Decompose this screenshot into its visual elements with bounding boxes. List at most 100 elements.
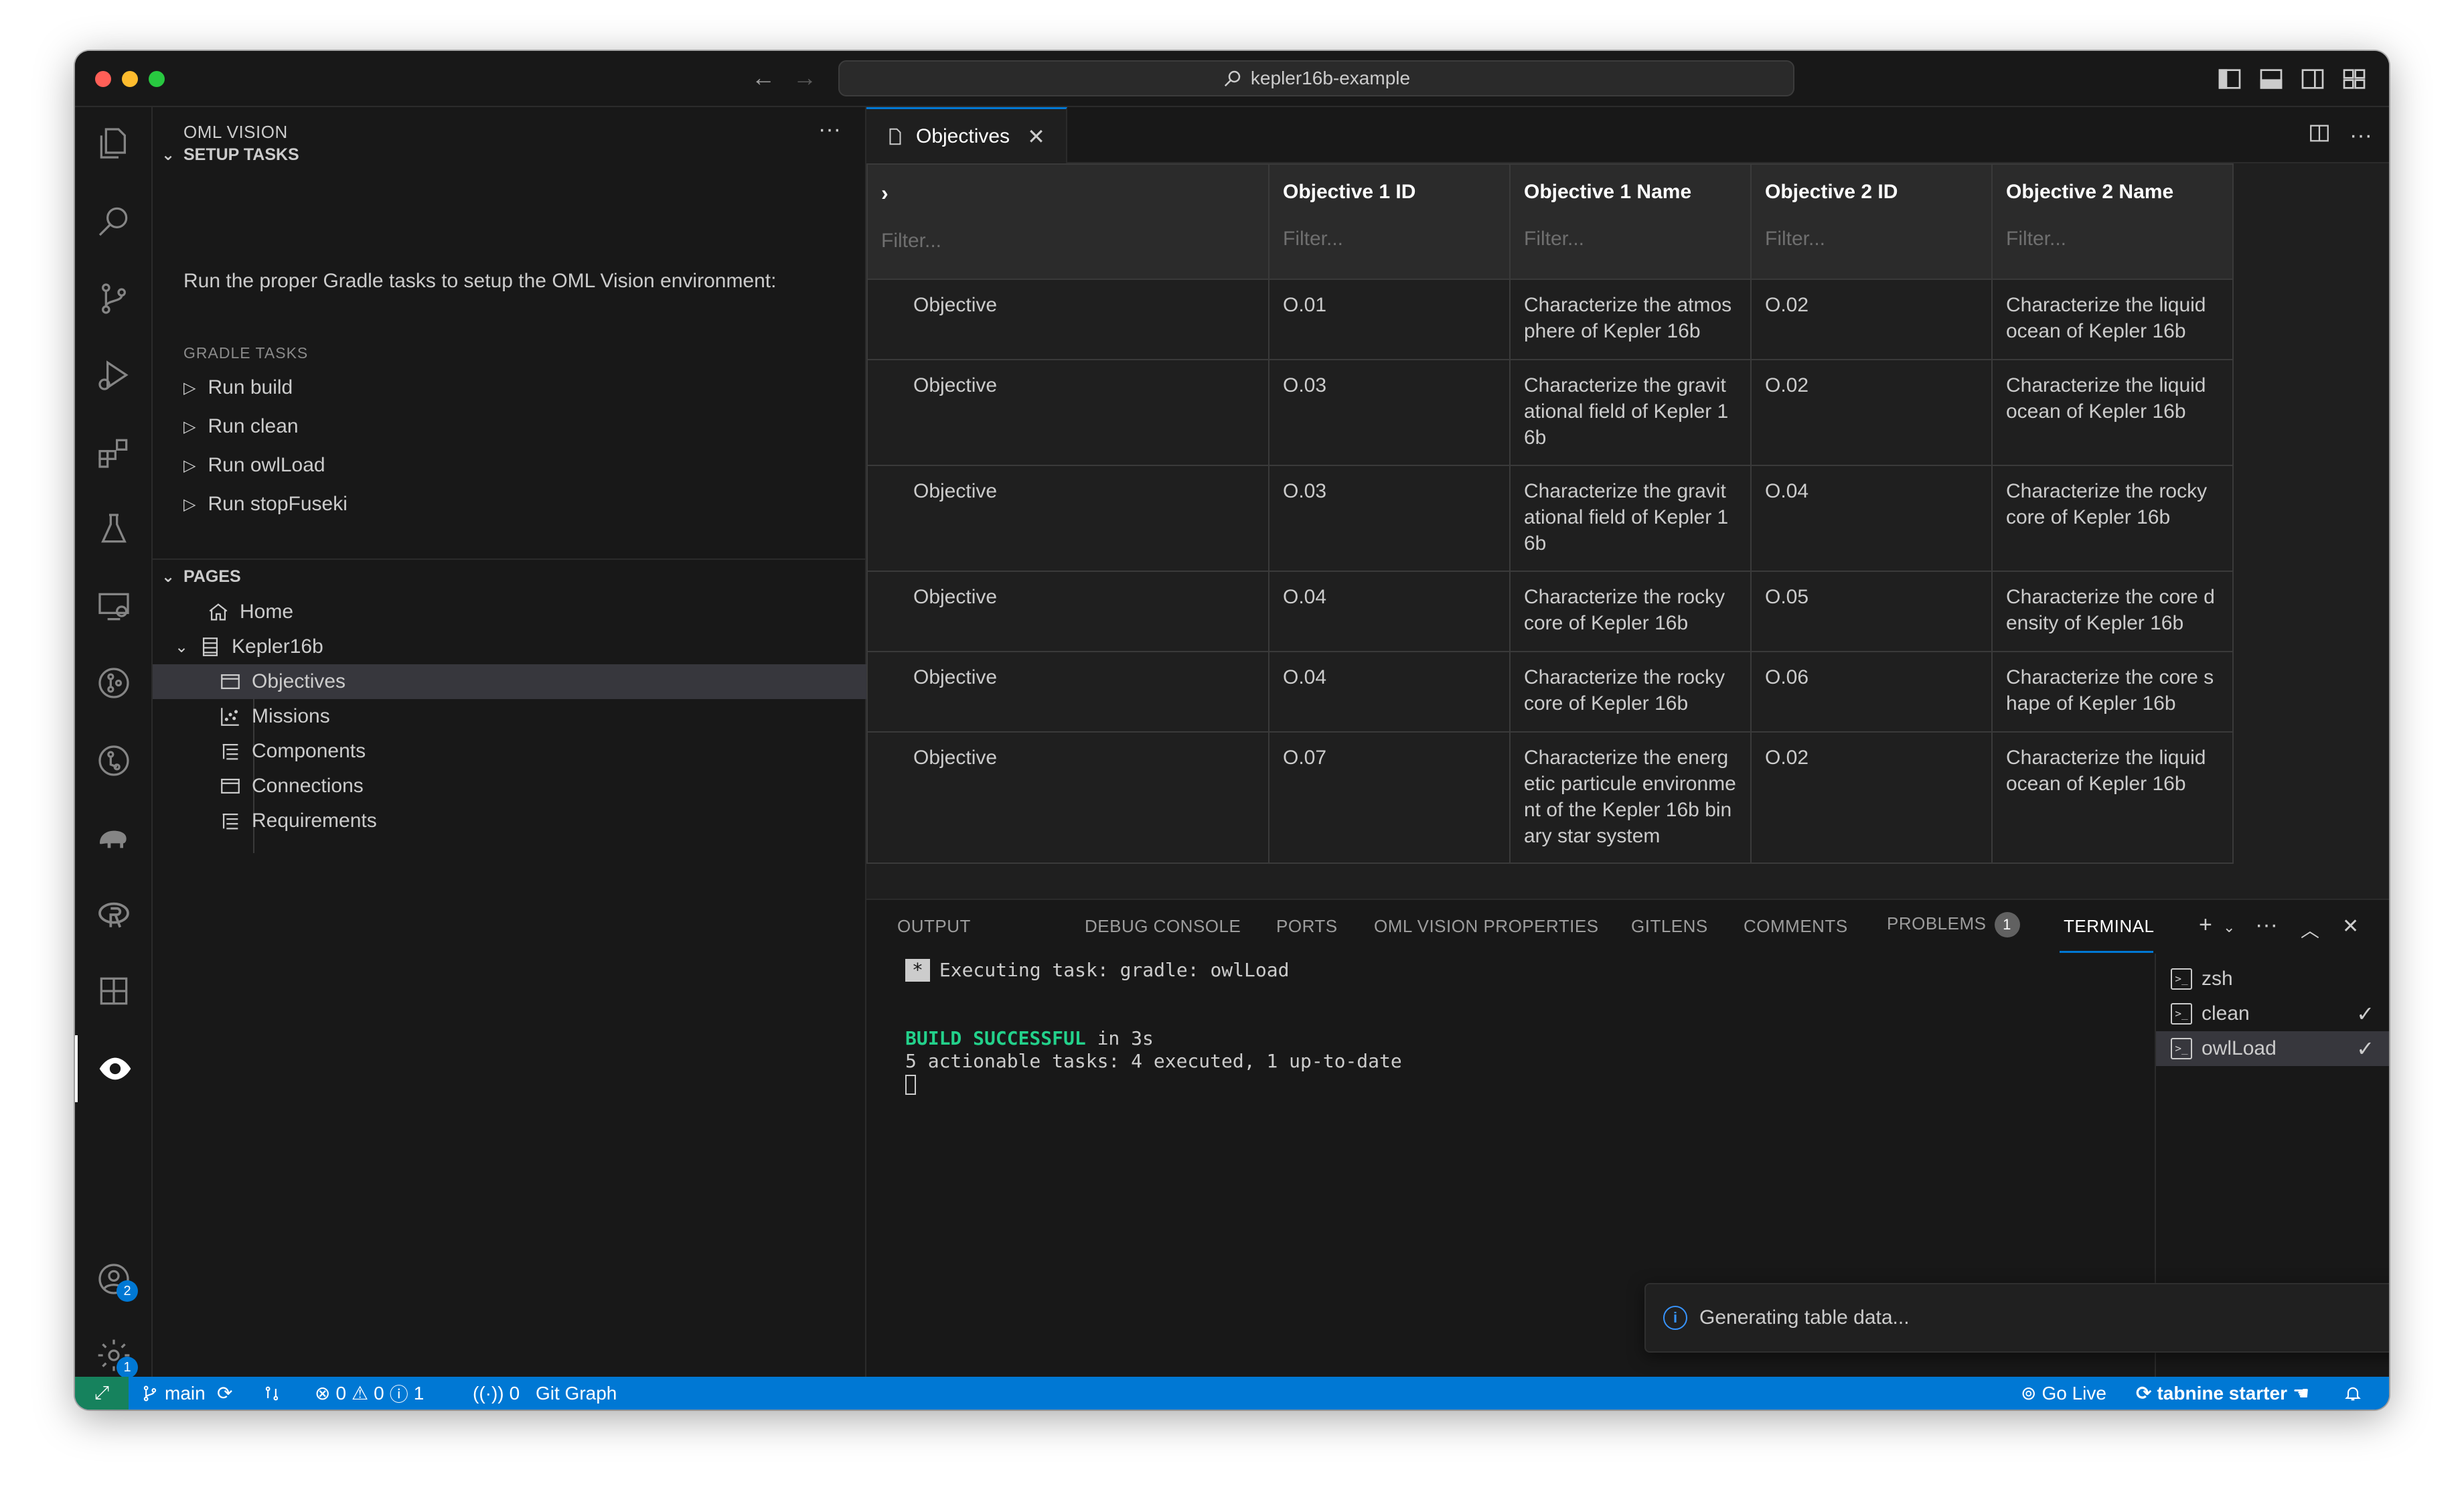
column-header-objective-1-id[interactable]: Objective 1 ID Filter... bbox=[1268, 163, 1511, 280]
page-label: Requirements bbox=[252, 810, 377, 832]
table-row[interactable]: Objective O.04 Characterize the rocky co… bbox=[866, 571, 2234, 652]
task-run-owlload[interactable]: ▷ Run owlLoad bbox=[183, 449, 325, 482]
table-cell: O.03 bbox=[1268, 465, 1511, 572]
table-row[interactable]: Objective O.07 Characterize the energeti… bbox=[866, 731, 2234, 864]
tab-problems[interactable]: PROBLEMS 1 bbox=[1887, 912, 2020, 937]
task-label: Run stopFuseki bbox=[208, 493, 348, 515]
filter-input[interactable]: Filter... bbox=[881, 230, 1255, 252]
git-graph-icon[interactable] bbox=[75, 727, 153, 794]
toggle-secondary-sidebar-icon[interactable] bbox=[2299, 66, 2326, 92]
column-header-objective-2-id[interactable]: Objective 2 ID Filter... bbox=[1750, 163, 1993, 280]
notifications-bell-icon[interactable] bbox=[2343, 1377, 2362, 1410]
go-live-button[interactable]: ⊚ Go Live bbox=[2021, 1377, 2106, 1410]
close-window-button[interactable] bbox=[95, 71, 111, 87]
page-objectives[interactable]: Objectives bbox=[153, 664, 866, 699]
expand-column-header[interactable]: › Filter... bbox=[866, 163, 1269, 280]
terminal-item-owlload[interactable]: >_ owlLoad ✓ bbox=[2156, 1031, 2389, 1066]
pointing-hand-icon: ☚ bbox=[2292, 1383, 2310, 1404]
setup-tasks-section-header[interactable]: ⌄ SETUP TASKS bbox=[153, 138, 866, 171]
page-connections[interactable]: Connections bbox=[153, 769, 866, 804]
r-language-icon[interactable] bbox=[75, 881, 153, 948]
git-compare-icon[interactable] bbox=[262, 1377, 281, 1410]
command-center-search[interactable]: kepler16b-example bbox=[838, 60, 1794, 96]
sync-icon[interactable]: ⟳ bbox=[217, 1377, 232, 1410]
table-row[interactable]: Objective O.04 Characterize the rocky co… bbox=[866, 651, 2234, 733]
table-row[interactable]: Objective O.03 Characterize the gravitat… bbox=[866, 359, 2234, 466]
tab-oml-vision-properties[interactable]: OML VISION PROPERTIES bbox=[1374, 916, 1599, 937]
oml-vision-eye-icon[interactable] bbox=[75, 1035, 153, 1102]
tab-objectives[interactable]: Objectives ✕ bbox=[866, 107, 1067, 163]
task-run-clean[interactable]: ▷ Run clean bbox=[183, 410, 299, 443]
terminal-item-zsh[interactable]: >_ zsh bbox=[2156, 962, 2389, 996]
minimize-window-button[interactable] bbox=[122, 71, 138, 87]
gradle-elephant-icon[interactable] bbox=[75, 804, 153, 871]
branch-indicator[interactable]: main bbox=[141, 1377, 206, 1410]
extensions-icon[interactable] bbox=[75, 419, 153, 486]
column-header-objective-1-name[interactable]: Objective 1 Name Filter... bbox=[1509, 163, 1752, 280]
database-icon bbox=[197, 633, 224, 660]
warning-icon: ⚠ bbox=[352, 1383, 369, 1404]
notification-toast[interactable]: i Generating table data... bbox=[1644, 1283, 2389, 1353]
chevron-down-icon[interactable]: ⌄ bbox=[2223, 919, 2235, 936]
close-panel-icon[interactable]: ✕ bbox=[2342, 915, 2359, 938]
new-terminal-icon[interactable]: + bbox=[2199, 912, 2212, 938]
terminal-item-clean[interactable]: >_ clean ✓ bbox=[2156, 996, 2389, 1031]
page-home[interactable]: Home bbox=[153, 595, 866, 629]
oml-workspace-icon[interactable] bbox=[75, 958, 153, 1025]
gitlens-icon[interactable] bbox=[75, 650, 153, 717]
page-missions[interactable]: Missions bbox=[153, 699, 866, 734]
accounts-icon[interactable]: 2 bbox=[75, 1246, 153, 1312]
tab-output[interactable]: OUTPUT bbox=[897, 916, 971, 937]
tab-terminal[interactable]: TERMINAL bbox=[2064, 916, 2154, 937]
filter-input[interactable]: Filter... bbox=[1283, 228, 1496, 250]
more-actions-icon[interactable]: ··· bbox=[2347, 122, 2374, 149]
git-graph-button[interactable]: Git Graph bbox=[536, 1377, 617, 1410]
terminal-line-empty bbox=[905, 982, 2155, 1004]
table-row[interactable]: Objective O.01 Characterize the atmosphe… bbox=[866, 279, 2234, 360]
task-run-stopfuseki[interactable]: ▷ Run stopFuseki bbox=[183, 487, 348, 521]
problems-indicator[interactable]: ⊗ 0 ⚠ 0 ⓘ 1 bbox=[315, 1377, 424, 1410]
go-forward-button[interactable]: → bbox=[790, 63, 820, 92]
more-actions-icon[interactable]: ··· bbox=[2255, 912, 2278, 938]
tab-ports[interactable]: PORTS bbox=[1276, 916, 1338, 937]
build-success-text: BUILD SUCCESSFUL bbox=[905, 1027, 1086, 1049]
run-debug-icon[interactable] bbox=[75, 342, 153, 408]
pages-section-header[interactable]: ⌄ PAGES bbox=[153, 560, 866, 593]
customize-layout-icon[interactable] bbox=[2341, 66, 2368, 92]
tab-gitlens[interactable]: GITLENS bbox=[1631, 916, 1708, 937]
branch-name: main bbox=[165, 1382, 206, 1404]
info-icon: ⓘ bbox=[389, 1383, 408, 1405]
table-cell: Characterize the liquid ocean of Kepler … bbox=[1991, 359, 2234, 466]
table-cell: O.02 bbox=[1750, 279, 1993, 360]
close-tab-icon[interactable]: ✕ bbox=[1027, 124, 1045, 149]
ports-indicator[interactable]: ((·)) 0 bbox=[473, 1377, 520, 1410]
chevron-right-icon[interactable]: › bbox=[881, 181, 889, 205]
task-run-build[interactable]: ▷ Run build bbox=[183, 371, 293, 404]
page-group-kepler16b[interactable]: ⌄ Kepler16b bbox=[153, 629, 866, 664]
search-icon[interactable] bbox=[75, 187, 153, 254]
filter-input[interactable]: Filter... bbox=[2006, 228, 2219, 250]
remote-indicator-icon[interactable]: ⤢ bbox=[75, 1377, 129, 1410]
source-control-icon[interactable] bbox=[75, 265, 153, 332]
toggle-panel-icon[interactable] bbox=[2258, 66, 2285, 92]
page-requirements[interactable]: Requirements bbox=[153, 804, 866, 838]
remote-explorer-icon[interactable] bbox=[75, 573, 153, 640]
page-components[interactable]: Components bbox=[153, 734, 866, 769]
toggle-primary-sidebar-icon[interactable] bbox=[2216, 66, 2243, 92]
go-back-button[interactable]: ← bbox=[749, 63, 778, 92]
tabnine-button[interactable]: ⟳ tabnine starter ☚ bbox=[2136, 1377, 2309, 1410]
filter-input[interactable]: Filter... bbox=[1524, 228, 1737, 250]
tab-label: Objectives bbox=[916, 125, 1010, 147]
filter-input[interactable]: Filter... bbox=[1765, 228, 1978, 250]
explorer-icon[interactable] bbox=[75, 110, 153, 177]
warning-count: 0 bbox=[374, 1382, 384, 1404]
split-editor-icon[interactable] bbox=[2306, 122, 2333, 149]
tab-comments[interactable]: COMMENTS bbox=[1744, 916, 1848, 937]
testing-flask-icon[interactable] bbox=[75, 496, 153, 562]
maximize-panel-icon[interactable]: ︿ bbox=[2301, 916, 2319, 943]
git-branch-icon bbox=[143, 1385, 157, 1402]
tab-debug-console[interactable]: DEBUG CONSOLE bbox=[1085, 916, 1241, 937]
maximize-window-button[interactable] bbox=[149, 71, 165, 87]
column-header-objective-2-name[interactable]: Objective 2 Name Filter... bbox=[1991, 163, 2234, 280]
table-row[interactable]: Objective O.03 Characterize the gravitat… bbox=[866, 465, 2234, 572]
